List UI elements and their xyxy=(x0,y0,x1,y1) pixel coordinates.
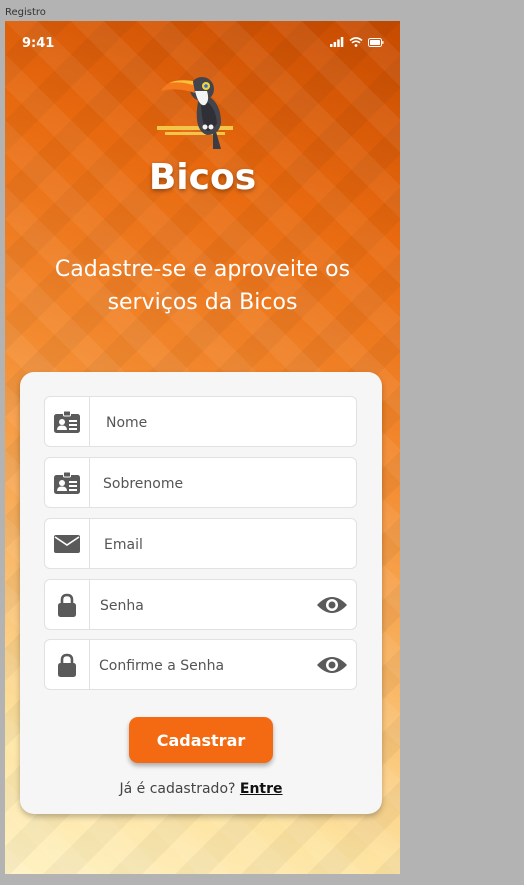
field-icon-cell xyxy=(45,580,90,629)
password-input[interactable] xyxy=(98,592,302,620)
field-icon-cell xyxy=(45,640,90,689)
toucan-logo xyxy=(157,77,233,149)
field-icon-cell xyxy=(45,397,90,446)
wifi-icon xyxy=(349,37,363,47)
field-icon-cell xyxy=(45,519,90,568)
register-card: Cadastrar Já é cadastrado? Entre xyxy=(20,372,382,814)
signal-icon xyxy=(330,37,344,47)
first-name-field[interactable] xyxy=(44,396,357,447)
last-name-input[interactable] xyxy=(101,470,305,498)
tagline: Cadastre-se e aproveite os serviços da B… xyxy=(54,257,351,315)
field-icon-cell xyxy=(45,458,90,507)
confirm-password-field[interactable] xyxy=(44,639,357,690)
register-button[interactable]: Cadastrar xyxy=(129,717,273,763)
email-input[interactable] xyxy=(102,531,306,559)
envelope-icon xyxy=(54,534,80,553)
brand-title: Bicos xyxy=(148,157,257,198)
battery-icon xyxy=(368,37,384,47)
id-card-icon xyxy=(54,471,80,494)
last-name-field[interactable] xyxy=(44,457,357,508)
lock-icon xyxy=(58,653,76,677)
lock-icon xyxy=(58,593,76,617)
frame-label: Registro xyxy=(5,7,46,18)
phone-screen: 9:41 Bicos Cadastre-se e aproveite os se… xyxy=(5,21,400,874)
show-password-eye-icon[interactable] xyxy=(316,594,348,616)
status-bar: 9:41 xyxy=(5,21,400,67)
login-link[interactable]: Entre xyxy=(240,781,283,797)
status-time: 9:41 xyxy=(22,36,55,51)
status-icons xyxy=(330,37,384,47)
first-name-input[interactable] xyxy=(104,409,308,437)
show-confirm-password-eye-icon[interactable] xyxy=(316,654,348,676)
email-field[interactable] xyxy=(44,518,357,569)
password-field[interactable] xyxy=(44,579,357,630)
confirm-password-input[interactable] xyxy=(97,652,311,680)
id-card-icon xyxy=(54,410,80,433)
login-prompt: Já é cadastrado? xyxy=(119,781,236,797)
login-row: Já é cadastrado? Entre xyxy=(20,781,382,797)
